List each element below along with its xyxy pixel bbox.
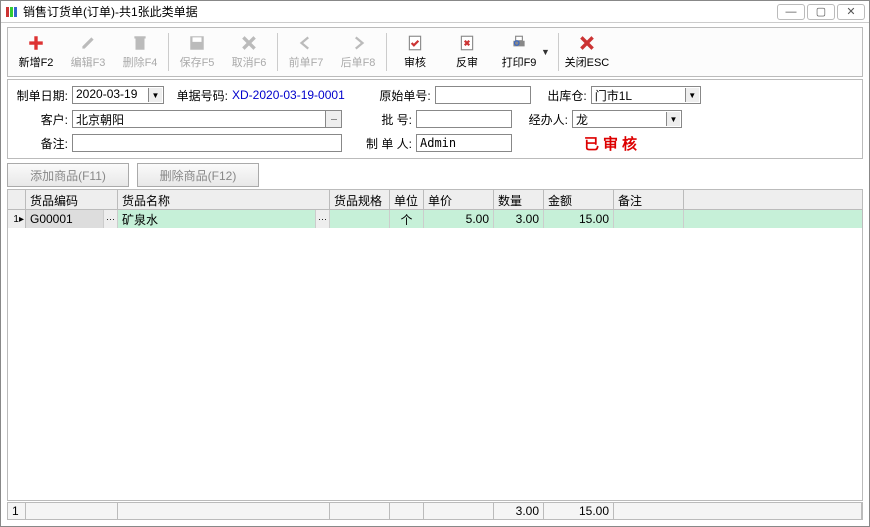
trash-icon (131, 34, 149, 52)
col-price[interactable]: 单价 (424, 190, 494, 209)
row-indicator: 1▸ (8, 210, 26, 228)
cell-qty[interactable]: 3.00 (494, 210, 544, 228)
unaudit-button[interactable]: 反审 (441, 30, 493, 74)
origno-input[interactable] (435, 86, 531, 104)
close-button[interactable]: 关闭ESC (561, 30, 613, 74)
delete-product-button[interactable]: 删除商品(F12) (137, 163, 259, 187)
customer-lookup-button[interactable]: ··· (326, 110, 342, 128)
arrow-left-icon (297, 34, 315, 52)
batch-input[interactable] (416, 110, 512, 128)
chevron-down-icon: ▼ (666, 112, 680, 126)
remark-input[interactable] (72, 134, 342, 152)
save-button[interactable]: 保存F5 (171, 30, 223, 74)
undo-doc-icon (458, 34, 476, 52)
table-row[interactable]: 1▸ G00001 ··· 矿泉水 ··· 个 5.00 3.00 15.00 (8, 210, 862, 228)
close-icon (578, 34, 596, 52)
batch-label: 批 号: (348, 111, 416, 128)
chevron-down-icon: ▼ (685, 88, 699, 102)
prev-button[interactable]: 前单F7 (280, 30, 332, 74)
col-amount[interactable]: 金额 (544, 190, 614, 209)
plus-icon (27, 34, 45, 52)
footer-qty: 3.00 (494, 503, 544, 519)
chevron-down-icon: ▼ (148, 88, 162, 102)
status-approved: 已审核 (584, 133, 641, 154)
customer-label: 客户: (14, 111, 72, 128)
app-icon (5, 5, 19, 19)
cell-code[interactable]: G00001 (26, 210, 104, 228)
maximize-button[interactable]: ▢ (807, 4, 835, 20)
col-code[interactable]: 货品编码 (26, 190, 118, 209)
maker-input[interactable] (416, 134, 512, 152)
minimize-button[interactable]: — (777, 4, 805, 20)
cancel-icon (240, 34, 258, 52)
cell-name[interactable]: 矿泉水 (118, 210, 316, 228)
edit-button[interactable]: 编辑F3 (62, 30, 114, 74)
handler-select[interactable]: 龙▼ (572, 110, 682, 128)
origno-label: 原始单号: (367, 87, 435, 104)
titlebar: 销售订货单(订单)-共1张此类单据 — ▢ ✕ (1, 1, 869, 23)
col-unit[interactable]: 单位 (390, 190, 424, 209)
new-button[interactable]: 新增F2 (10, 30, 62, 74)
print-dropdown-arrow[interactable]: ▼ (541, 47, 550, 57)
cell-remark[interactable] (614, 210, 684, 228)
warehouse-select[interactable]: 门市1L▼ (591, 86, 701, 104)
billno-value: XD-2020-03-19-0001 (232, 88, 345, 102)
add-product-button[interactable]: 添加商品(F11) (7, 163, 129, 187)
billno-label: 单据号码: (170, 87, 232, 104)
maker-label: 制 单 人: (348, 135, 416, 152)
footer-totals: 1 3.00 15.00 (7, 502, 863, 520)
footer-amount: 15.00 (544, 503, 614, 519)
col-qty[interactable]: 数量 (494, 190, 544, 209)
cell-price[interactable]: 5.00 (424, 210, 494, 228)
cell-amount[interactable]: 15.00 (544, 210, 614, 228)
col-remark[interactable]: 备注 (614, 190, 684, 209)
remark-label: 备注: (14, 135, 72, 152)
cell-unit[interactable]: 个 (390, 210, 424, 228)
arrow-right-icon (349, 34, 367, 52)
print-icon (510, 34, 528, 52)
window-title: 销售订货单(订单)-共1张此类单据 (23, 3, 777, 20)
delete-button[interactable]: 删除F4 (114, 30, 166, 74)
product-grid: 货品编码 货品名称 货品规格 单位 单价 数量 金额 备注 1▸ G00001 … (7, 189, 863, 501)
edit-icon (79, 34, 97, 52)
check-doc-icon (406, 34, 424, 52)
name-lookup-button[interactable]: ··· (316, 210, 330, 228)
footer-idx: 1 (8, 503, 26, 519)
col-spec[interactable]: 货品规格 (330, 190, 390, 209)
handler-label: 经办人: (522, 111, 572, 128)
customer-input[interactable] (72, 110, 326, 128)
warehouse-label: 出库仓: (541, 87, 591, 104)
date-label: 制单日期: (14, 87, 72, 104)
next-button[interactable]: 后单F8 (332, 30, 384, 74)
close-window-button[interactable]: ✕ (837, 4, 865, 20)
cancel-button[interactable]: 取消F6 (223, 30, 275, 74)
form-area: 制单日期: 2020-03-19▼ 单据号码: XD-2020-03-19-00… (7, 79, 863, 159)
code-lookup-button[interactable]: ··· (104, 210, 118, 228)
cell-spec[interactable] (330, 210, 390, 228)
print-button[interactable]: 打印F9 (493, 30, 545, 74)
date-input[interactable]: 2020-03-19▼ (72, 86, 164, 104)
save-icon (188, 34, 206, 52)
toolbar: 新增F2 编辑F3 删除F4 保存F5 取消F6 前单F7 后单F8 (7, 27, 863, 77)
col-name[interactable]: 货品名称 (118, 190, 330, 209)
audit-button[interactable]: 审核 (389, 30, 441, 74)
